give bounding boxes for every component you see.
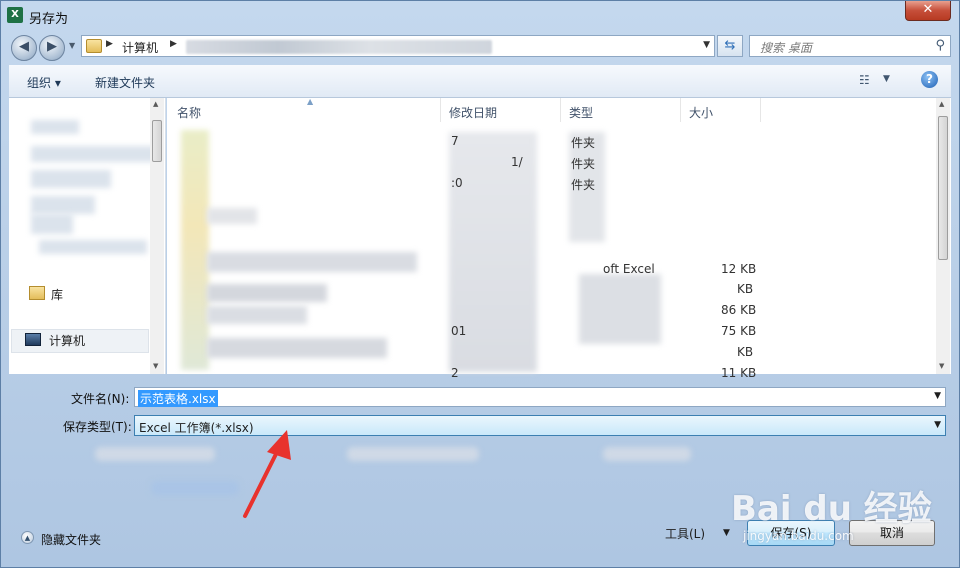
column-name-label: 名称 [177,106,202,120]
filename-field[interactable]: 示范表格.xlsx ▼ [134,387,946,407]
file-type: 件夹 [571,136,596,150]
file-scroll-thumb[interactable] [938,116,948,260]
search-box[interactable]: 搜索 桌面 ⚲ [749,35,951,57]
file-date-fragment: 7 [451,134,459,148]
blurred-metadata [347,447,479,461]
column-header-name[interactable]: 名称 ▲ [169,97,441,122]
folder-icon [86,39,102,53]
blurred-nav-item [31,196,95,214]
watermark-url: jingyan.baidu.com [743,529,854,543]
refresh-button[interactable]: ⇆ [717,35,743,57]
address-bar[interactable]: ▶ 计算机 ▶ ▼ [81,35,715,57]
blurred-path [186,40,492,54]
blurred-file-name [207,252,417,272]
nav-item-library[interactable]: 库 [51,286,63,303]
save-as-dialog: X 另存为 ✕ ◀ ▶ ▼ ▶ 计算机 ▶ ▼ ⇆ 搜索 桌面 ⚲ 组织 ▾ 新… [0,0,960,568]
file-size: 86 KB [721,303,757,317]
command-bar: 组织 ▾ 新建文件夹 ☷ ▼ ? [9,65,951,98]
scroll-up-icon[interactable]: ▲ [939,100,944,108]
close-button[interactable]: ✕ [905,1,951,21]
blurred-file-name [207,306,307,324]
computer-icon [25,333,41,346]
annotation-arrow [243,430,291,518]
excel-icon: X [7,7,23,23]
refresh-icon: ⇆ [724,38,736,53]
file-type: oft Excel [603,262,655,276]
file-type: 件夹 [571,178,596,192]
nav-scroll-thumb[interactable] [152,120,162,162]
new-folder-button[interactable]: 新建文件夹 [95,74,155,91]
file-size: 12 KB [721,262,757,276]
blurred-file-name [207,338,387,358]
file-list: 名称 ▲ 修改日期 类型 大小 7 1/ :0 01 2 件夹 件夹 件夹 of… [167,97,951,380]
breadcrumb-computer[interactable]: 计算机 [122,39,158,56]
watermark-logo: Bai du 经验 [731,489,932,529]
blurred-nav-item [39,240,147,254]
help-icon[interactable]: ? [921,71,938,88]
forward-button[interactable]: ▶ [39,35,65,61]
back-button[interactable]: ◀ [11,35,37,61]
filename-value[interactable]: 示范表格.xlsx [138,390,218,407]
blurred-metadata-field[interactable] [151,481,239,495]
column-size-label: 大小 [689,106,714,120]
tools-dropdown-icon[interactable]: ▼ [723,528,730,538]
view-dropdown-icon[interactable]: ▼ [883,74,890,84]
blurred-nav-item [31,146,159,162]
blurred-types [579,274,661,344]
library-icon [29,286,45,300]
column-header-type[interactable]: 类型 [561,98,681,122]
file-size: KB [737,345,754,359]
tools-button[interactable]: 工具(L) [665,525,705,542]
search-input[interactable]: 搜索 桌面 [760,39,812,56]
file-list-scrollbar[interactable]: ▲ ▼ [936,98,950,374]
blurred-file-name [207,208,257,224]
blurred-file-icons [181,130,209,370]
file-size: 11 KB [721,366,757,380]
navigation-pane: 库 计算机 ▲ ▼ [9,98,166,374]
annotation-arrow-head [267,430,291,460]
back-arrow-icon: ◀ [19,39,29,54]
breadcrumb-separator-icon[interactable]: ▶ [170,39,177,49]
scroll-down-icon[interactable]: ▼ [153,362,158,370]
blurred-nav-item [31,170,111,188]
window-title: 另存为 [29,12,69,27]
filename-dropdown-icon[interactable]: ▼ [934,391,941,401]
column-header-modified[interactable]: 修改日期 [441,98,561,122]
file-size: 75 KB [721,324,757,338]
blurred-file-name [207,284,327,302]
blurred-metadata [95,447,215,461]
filetype-label: 保存类型(T): [63,420,132,434]
filetype-dropdown-icon[interactable]: ▼ [934,420,941,430]
file-date-fragment: 01 [451,324,467,338]
scroll-down-icon[interactable]: ▼ [939,362,944,370]
title-bar: X 另存为 ✕ [1,1,959,31]
file-date-fragment: 2 [451,366,459,380]
file-date-fragment: 1/ [511,155,523,169]
view-options-icon[interactable]: ☷ [859,73,870,87]
forward-arrow-icon: ▶ [47,39,57,54]
filename-label: 文件名(N): [71,392,130,406]
hide-folders-link[interactable]: 隐藏文件夹 [41,531,101,548]
scroll-up-icon[interactable]: ▲ [153,100,158,108]
column-modified-label: 修改日期 [449,106,498,120]
recent-locations-dropdown[interactable]: ▼ [69,41,75,50]
search-icon[interactable]: ⚲ [935,38,945,53]
breadcrumb-separator-icon[interactable]: ▶ [106,39,113,49]
column-header-size[interactable]: 大小 [681,98,761,122]
collapse-icon[interactable]: ▲ [21,531,34,544]
address-dropdown-icon[interactable]: ▼ [703,40,710,50]
file-size: KB [737,282,754,296]
blurred-nav-item [31,214,73,234]
nav-item-computer[interactable]: 计算机 [49,332,85,349]
file-type: 件夹 [571,157,596,171]
organize-button[interactable]: 组织 ▾ [27,74,61,91]
file-date-fragment: :0 [451,176,463,190]
blurred-nav-item [31,120,79,134]
blurred-metadata [603,447,691,461]
nav-scrollbar[interactable]: ▲ ▼ [150,98,164,374]
column-type-label: 类型 [569,106,594,120]
sort-ascending-icon: ▲ [307,97,314,106]
